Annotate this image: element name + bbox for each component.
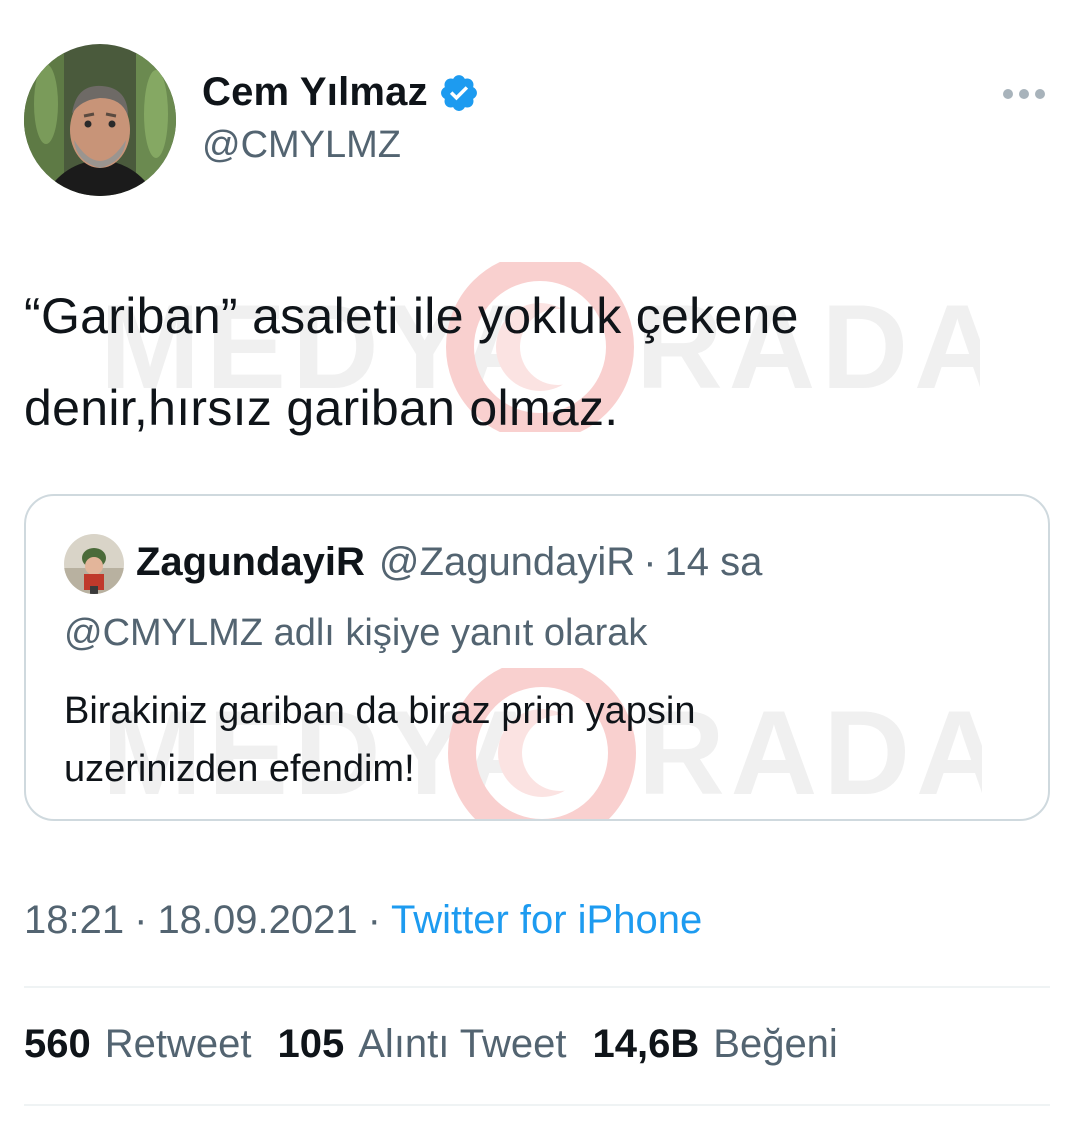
author-avatar[interactable]	[24, 44, 176, 196]
more-dots-icon	[1003, 89, 1045, 99]
quoted-header: ZagundayiR @ZagundayiR · 14 sa	[136, 540, 762, 585]
tweet-text: “Gariban” asaleti ile yokluk çekene deni…	[24, 270, 1034, 454]
tweet-date[interactable]: 18.09.2021	[157, 898, 357, 942]
quoted-timestamp[interactable]: 14 sa	[665, 540, 763, 585]
quotes-stat[interactable]: 105 Alıntı Tweet	[278, 1022, 567, 1067]
author-name-row[interactable]: Cem Yılmaz	[202, 70, 480, 115]
tweet-stats: 560 Retweet 105 Alıntı Tweet 14,6B Beğen…	[24, 1022, 838, 1067]
tweet-meta: 18:21 · 18.09.2021 · Twitter for iPhone	[24, 898, 702, 943]
author-handle[interactable]: @CMYLMZ	[202, 124, 401, 167]
author-display-name[interactable]: Cem Yılmaz	[202, 70, 428, 115]
divider-bottom	[24, 1104, 1050, 1106]
verified-badge-icon	[438, 72, 480, 114]
divider-top	[24, 986, 1050, 988]
tweet-text-line-2: denir,hırsız gariban olmaz.	[24, 380, 619, 436]
more-options-button[interactable]	[1000, 80, 1048, 108]
quoted-text: Birakiniz gariban da biraz prim yapsin u…	[64, 682, 1014, 798]
quoted-tweet[interactable]: MEDYA RADAR ZagundayiR @ZagundayiR · 14 …	[24, 494, 1050, 821]
retweets-label: Retweet	[104, 1022, 252, 1066]
tweet-time[interactable]: 18:21	[24, 898, 124, 942]
quoted-avatar-photo-icon	[64, 534, 124, 594]
meta-separator-1: ·	[134, 898, 148, 942]
quotes-label: Alıntı Tweet	[358, 1022, 567, 1066]
likes-label: Beğeni	[713, 1022, 838, 1066]
quoted-handle[interactable]: @ZagundayiR	[379, 540, 635, 585]
quoted-reply-context: @CMYLMZ adlı kişiye yanıt olarak	[64, 612, 648, 654]
quoted-text-line-2: uzerinizden efendim!	[64, 748, 415, 790]
quoted-separator: ·	[643, 540, 657, 584]
avatar-photo-icon	[24, 44, 176, 196]
meta-separator-2: ·	[367, 898, 381, 942]
quoted-author-avatar[interactable]	[64, 534, 124, 594]
tweet-text-line-1: “Gariban” asaleti ile yokluk çekene	[24, 288, 799, 344]
retweets-stat[interactable]: 560 Retweet	[24, 1022, 252, 1067]
quoted-display-name[interactable]: ZagundayiR	[136, 540, 365, 585]
tweet-source-link[interactable]: Twitter for iPhone	[391, 898, 702, 942]
quoted-text-line-1: Birakiniz gariban da biraz prim yapsin	[64, 690, 696, 732]
quotes-count: 105	[277, 1022, 345, 1066]
likes-stat[interactable]: 14,6B Beğeni	[593, 1022, 838, 1067]
likes-count: 14,6B	[592, 1022, 700, 1066]
retweets-count: 560	[24, 1022, 91, 1066]
